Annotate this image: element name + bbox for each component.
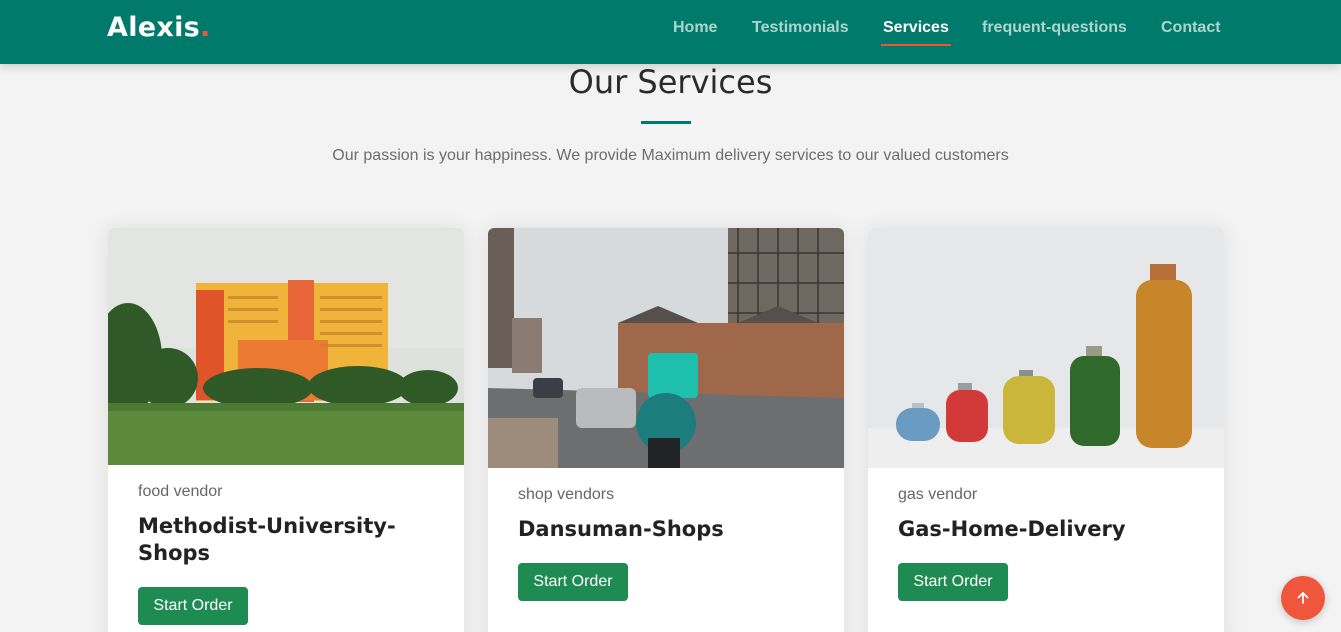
start-order-button[interactable]: Start Order [898, 563, 1008, 601]
site-header: Alexis. Home Testimonials Services frequ… [0, 0, 1341, 64]
card-title: Methodist-University-Shops [138, 514, 396, 565]
nav-services[interactable]: Services [881, 19, 951, 46]
card-image-delivery-rider [488, 228, 844, 468]
nav-frequent-questions[interactable]: frequent-questions [982, 19, 1127, 37]
title-divider [641, 121, 691, 124]
card-category: shop vendors [518, 486, 615, 503]
card-image-gas-cylinders [868, 228, 1224, 468]
service-card: shop vendors Dansuman-Shops Start Order [488, 228, 844, 632]
start-order-button[interactable]: Start Order [138, 587, 248, 625]
nav-home[interactable]: Home [673, 19, 717, 37]
start-order-button[interactable]: Start Order [518, 563, 628, 601]
section-title: Our Services [568, 63, 773, 101]
service-card: food vendor Methodist-University-Shops S… [108, 228, 464, 632]
card-title: Gas-Home-Delivery [898, 517, 1126, 541]
card-category: gas vendor [898, 486, 978, 503]
section-subtitle: Our passion is your happiness. We provid… [332, 147, 1009, 164]
back-to-top-button[interactable] [1281, 576, 1325, 620]
card-image-building [108, 228, 464, 465]
nav-contact[interactable]: Contact [1161, 19, 1221, 37]
card-category: food vendor [138, 483, 223, 500]
nav-testimonials[interactable]: Testimonials [752, 19, 849, 37]
main-nav: Home Testimonials Services frequent-ques… [0, 19, 1341, 49]
service-card: gas vendor Gas-Home-Delivery Start Order [868, 228, 1224, 632]
card-title: Dansuman-Shops [518, 517, 724, 541]
arrow-up-icon [1297, 592, 1309, 604]
